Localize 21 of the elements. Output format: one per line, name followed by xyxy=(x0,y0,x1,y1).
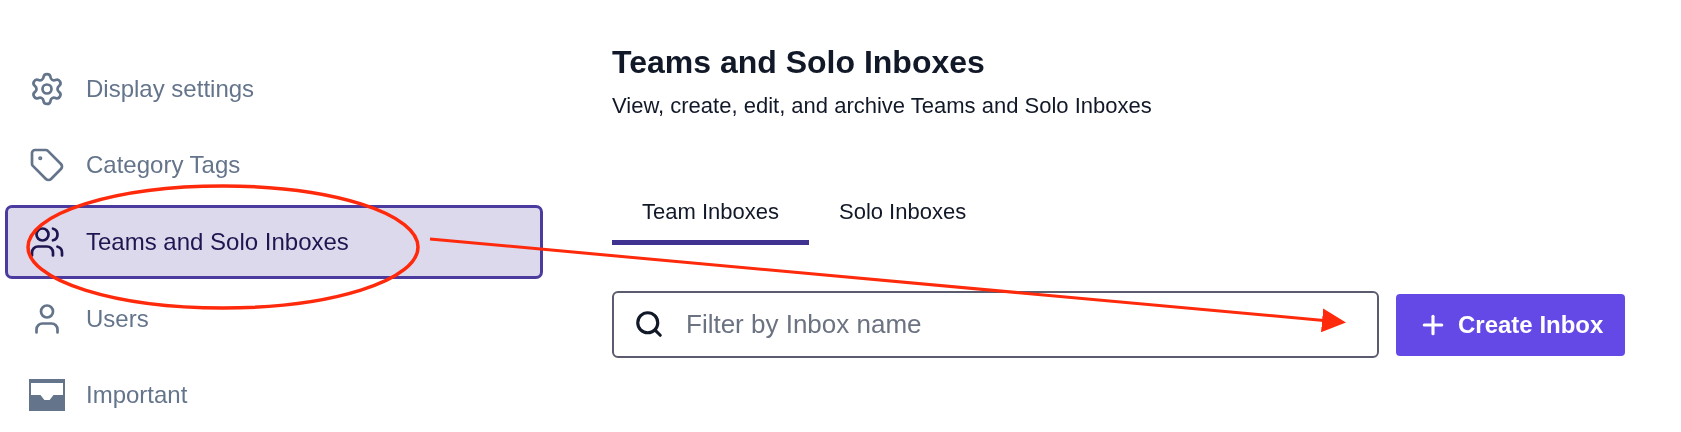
sidebar-item[interactable]: Users xyxy=(5,281,543,356)
tag-icon xyxy=(29,147,65,184)
sidebar-item[interactable]: Teams and Solo Inboxes xyxy=(5,205,543,279)
gear-icon xyxy=(29,70,65,107)
tray-icon xyxy=(28,378,66,413)
search-icon xyxy=(634,309,664,339)
sidebar-label: Important xyxy=(86,381,188,410)
people-icon xyxy=(29,224,65,260)
page-subtitle: View, create, edit, and archive Teams and Solo Inboxes xyxy=(612,93,1153,119)
sidebar-item[interactable]: Display settings xyxy=(5,52,543,126)
page-title: Teams and Solo Inboxes xyxy=(612,44,986,81)
tab[interactable]: Solo Inboxes xyxy=(808,193,997,245)
sidebar-label: Users xyxy=(86,304,149,333)
sidebar-item[interactable]: Category Tags xyxy=(5,128,543,203)
search-field[interactable]: Filter by Inbox name xyxy=(612,291,1379,358)
sidebar-item[interactable]: Important xyxy=(5,358,543,432)
sidebar-label: Teams and Solo Inboxes xyxy=(86,228,349,256)
tab[interactable]: Team Inboxes xyxy=(612,193,809,245)
sidebar-label: Display settings xyxy=(86,74,255,103)
sidebar-label: Category Tags xyxy=(86,151,241,180)
create-inbox-button[interactable]: Create Inbox xyxy=(1396,293,1626,356)
